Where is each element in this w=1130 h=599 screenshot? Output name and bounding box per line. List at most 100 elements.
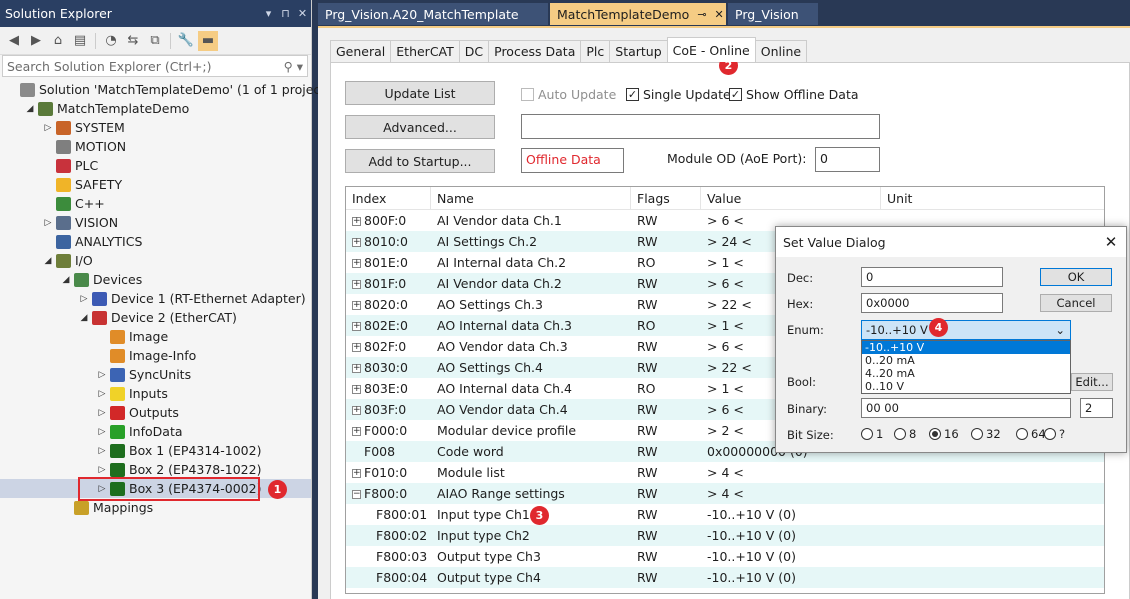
expand-icon[interactable]: + (352, 259, 361, 268)
enum-option[interactable]: 0..20 mA (862, 354, 1070, 367)
collapse-icon[interactable]: − (352, 490, 361, 499)
table-row[interactable]: F800:04 Output type Ch4 RW -10..+10 V (0) (346, 567, 1104, 588)
tree-item-box-1-ep4314-1002[interactable]: ▷ Box 1 (EP4314-1002) (0, 441, 311, 460)
bit-size-radio-1[interactable]: 1 (861, 427, 883, 441)
column-header-name[interactable]: Name (431, 187, 631, 210)
close-icon[interactable]: ✕ (294, 7, 311, 20)
doc-tab-match-template[interactable]: Prg_Vision.A20_MatchTemplate (318, 3, 548, 25)
enum-option[interactable]: 0..10 V (862, 380, 1070, 393)
collapse-all-icon[interactable]: ⧉ (145, 31, 165, 51)
ok-button[interactable]: OK (1040, 268, 1112, 286)
bit-size-radio-unknown[interactable]: ? (1044, 427, 1065, 441)
tree-item-motion[interactable]: MOTION (0, 137, 311, 156)
single-update-checkbox[interactable]: ✓ Single Update (626, 87, 731, 102)
doc-tab-match-template-demo[interactable]: MatchTemplateDemo ⊸ ✕ (550, 3, 726, 25)
tab-coe-online[interactable]: CoE - Online (666, 37, 756, 62)
switch-views-icon[interactable]: ▤ (70, 31, 90, 51)
table-row[interactable]: F800:02 Input type Ch2 RW -10..+10 V (0) (346, 525, 1104, 546)
expander-icon[interactable]: ▷ (96, 446, 108, 456)
expander-icon[interactable]: ▷ (96, 408, 108, 418)
expander-icon[interactable]: ▷ (96, 484, 108, 494)
edit-button[interactable]: Edit... (1071, 373, 1113, 391)
tree-item-safety[interactable]: SAFETY (0, 175, 311, 194)
auto-update-checkbox[interactable]: Auto Update (521, 87, 616, 102)
tree-item-analytics[interactable]: ANALYTICS (0, 232, 311, 251)
expand-icon[interactable]: + (352, 385, 361, 394)
expander-icon[interactable]: ◢ (42, 256, 54, 266)
tree-item-inputs[interactable]: ▷ Inputs (0, 384, 311, 403)
expand-icon[interactable]: + (352, 406, 361, 415)
tree-item-mappings[interactable]: Mappings (0, 498, 311, 517)
module-od-input[interactable]: 0 (815, 147, 880, 172)
expand-icon[interactable]: + (352, 217, 361, 226)
tree-item-vision[interactable]: ▷ VISION (0, 213, 311, 232)
dropdown-icon[interactable]: ▾ (260, 7, 277, 20)
enum-option[interactable]: 4..20 mA (862, 367, 1070, 380)
tab-dc[interactable]: DC (458, 40, 490, 62)
tree-item-infodata[interactable]: ▷ InfoData (0, 422, 311, 441)
expand-icon[interactable]: + (352, 322, 361, 331)
table-row[interactable]: F800:01 Input type Ch1 RW -10..+10 V (0) (346, 504, 1104, 525)
dec-input[interactable]: 0 (861, 267, 1003, 287)
enum-select[interactable]: -10..+10 V ⌄ (861, 320, 1071, 340)
tab-startup[interactable]: Startup (609, 40, 668, 62)
tree-item-box-3-ep4374-0002[interactable]: ▷ Box 3 (EP4374-0002) (0, 479, 311, 498)
expander-icon[interactable]: ▷ (42, 123, 54, 133)
tree-item-device-2-ethercat[interactable]: ◢ Device 2 (EtherCAT) (0, 308, 311, 327)
tree-item-syncunits[interactable]: ▷ SyncUnits (0, 365, 311, 384)
column-header-value[interactable]: Value (701, 187, 881, 210)
pending-changes-icon[interactable]: ◔ (101, 31, 121, 51)
column-header-flags[interactable]: Flags (631, 187, 701, 210)
tree-item-devices[interactable]: ◢ Devices (0, 270, 311, 289)
tree-item-device-1-rt-ethernet-adapter[interactable]: ▷ Device 1 (RT-Ethernet Adapter) (0, 289, 311, 308)
bit-size-radio-32[interactable]: 32 (971, 427, 1001, 441)
expander-icon[interactable]: ▷ (96, 370, 108, 380)
table-row[interactable]: − F800:0 AIAO Range settings RW > 4 < (346, 483, 1104, 504)
search-icon[interactable]: ⚲ ▾ (284, 59, 303, 74)
pin-icon[interactable]: ⊓ (277, 7, 294, 20)
expander-icon[interactable]: ▷ (96, 389, 108, 399)
tree-item-outputs[interactable]: ▷ Outputs (0, 403, 311, 422)
pin-tab-icon[interactable]: ⊸ (697, 8, 706, 21)
tab-plc[interactable]: Plc (580, 40, 611, 62)
expander-icon[interactable]: ▷ (96, 427, 108, 437)
advanced-button[interactable]: Advanced... (345, 115, 495, 139)
expander-icon[interactable]: ▷ (96, 465, 108, 475)
tab-process-data[interactable]: Process Data (488, 40, 582, 62)
tree-item-c[interactable]: C++ (0, 194, 311, 213)
tree-item-image-info[interactable]: Image-Info (0, 346, 311, 365)
bit-size-radio-8[interactable]: 8 (894, 427, 916, 441)
column-header-unit[interactable]: Unit (881, 187, 1104, 210)
search-solution-explorer-input[interactable]: Search Solution Explorer (Ctrl+;) ⚲ ▾ (2, 55, 308, 77)
tree-item-solution-matchtemplatedemo-1-of-1-project[interactable]: Solution 'MatchTemplateDemo' (1 of 1 pro… (0, 80, 330, 99)
properties-icon[interactable]: 🔧 (176, 31, 196, 51)
hex-input[interactable]: 0x0000 (861, 293, 1003, 313)
expand-icon[interactable]: + (352, 301, 361, 310)
expand-icon[interactable]: + (352, 280, 361, 289)
tree-item-box-2-ep4378-1022[interactable]: ▷ Box 2 (EP4378-1022) (0, 460, 311, 479)
tab-general[interactable]: General (330, 40, 392, 62)
binary-size-input[interactable]: 2 (1080, 398, 1113, 418)
table-row[interactable]: + F010:0 Module list RW > 4 < (346, 462, 1104, 483)
expander-icon[interactable]: ▷ (42, 218, 54, 228)
expander-icon[interactable]: ▷ (78, 294, 90, 304)
table-row[interactable]: F800:03 Output type Ch3 RW -10..+10 V (0) (346, 546, 1104, 567)
sync-icon[interactable]: ⇆ (123, 31, 143, 51)
expand-icon[interactable]: + (352, 427, 361, 436)
bit-size-radio-64[interactable]: 64 (1016, 427, 1046, 441)
expander-icon[interactable]: ◢ (60, 275, 72, 285)
forward-icon[interactable]: ▶ (26, 31, 46, 51)
tree-item-matchtemplatedemo[interactable]: ◢ MatchTemplateDemo (0, 99, 311, 118)
expander-icon[interactable]: ◢ (78, 313, 90, 323)
tab-online[interactable]: Online (754, 40, 808, 62)
expand-icon[interactable]: + (352, 469, 361, 478)
column-header-index[interactable]: Index (346, 187, 431, 210)
expand-icon[interactable]: + (352, 364, 361, 373)
bit-size-radio-16[interactable]: 16 (929, 427, 959, 441)
show-offline-data-checkbox[interactable]: ✓ Show Offline Data (729, 87, 859, 102)
home-icon[interactable]: ⌂ (48, 31, 68, 51)
close-tab-icon[interactable]: ✕ (715, 8, 724, 21)
binary-input[interactable]: 00 00 (861, 398, 1071, 418)
tab-ethercat[interactable]: EtherCAT (390, 40, 460, 62)
expand-icon[interactable]: + (352, 343, 361, 352)
